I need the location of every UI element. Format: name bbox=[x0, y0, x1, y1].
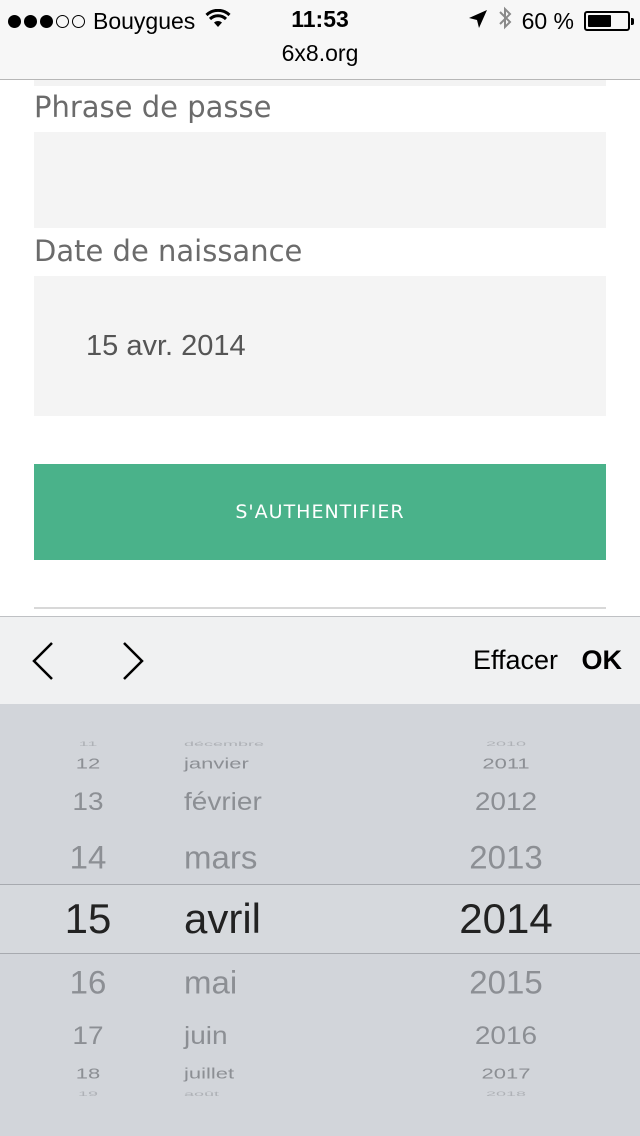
passphrase-input[interactable] bbox=[34, 132, 606, 228]
picker-month-item[interactable]: août bbox=[184, 1091, 219, 1097]
picker-day-item[interactable]: 15 bbox=[0, 898, 188, 940]
status-bar: Bouygues 11:53 6x8.org 60 % bbox=[0, 0, 640, 80]
picker-day-item[interactable]: 18 bbox=[0, 1067, 188, 1081]
picker-month-item[interactable]: mai bbox=[184, 966, 237, 998]
picker-month-item[interactable]: avril bbox=[184, 898, 261, 940]
previous-field-edge bbox=[34, 80, 606, 86]
status-right: 60 % bbox=[468, 6, 634, 36]
picker-month-item[interactable]: mars bbox=[184, 841, 257, 873]
picker-day-item[interactable]: 19 bbox=[0, 1091, 188, 1097]
birthdate-value: 15 avr. 2014 bbox=[86, 330, 246, 362]
picker-year-item[interactable]: 2013 bbox=[406, 841, 606, 873]
ok-button[interactable]: OK bbox=[582, 645, 623, 676]
battery-percent: 60 % bbox=[521, 7, 574, 34]
picker-month-item[interactable]: juin bbox=[184, 1023, 228, 1049]
picker-day-item[interactable]: 17 bbox=[0, 1023, 188, 1049]
picker-day-item[interactable]: 16 bbox=[0, 966, 188, 998]
battery-fill bbox=[588, 15, 611, 27]
picker-day-item[interactable]: 13 bbox=[0, 789, 188, 815]
divider bbox=[34, 607, 606, 609]
picker-year-item[interactable]: 2016 bbox=[406, 1023, 606, 1049]
picker-month-item[interactable]: décembre bbox=[184, 741, 264, 747]
birthdate-label: Date de naissance bbox=[34, 234, 303, 268]
birthdate-input[interactable]: 15 avr. 2014 bbox=[34, 276, 606, 416]
chevron-right-icon[interactable] bbox=[112, 639, 152, 683]
battery-icon bbox=[584, 11, 634, 31]
date-picker-wheel[interactable]: 11 12 13 14 15 16 17 18 19 décembre janvier février… bbox=[0, 704, 640, 1136]
bluetooth-icon bbox=[498, 6, 512, 36]
picker-toolbar: Effacer OK bbox=[0, 616, 640, 704]
picker-month-item[interactable]: juillet bbox=[184, 1067, 234, 1081]
picker-year-item[interactable]: 2012 bbox=[406, 789, 606, 815]
picker-month-item[interactable]: janvier bbox=[184, 757, 249, 771]
chevron-left-icon[interactable] bbox=[24, 639, 64, 683]
picker-year-item[interactable]: 2010 bbox=[406, 741, 606, 747]
picker-year-item[interactable]: 2014 bbox=[406, 898, 606, 940]
picker-year-item[interactable]: 2018 bbox=[406, 1091, 606, 1097]
picker-day-item[interactable]: 12 bbox=[0, 757, 188, 771]
passphrase-label: Phrase de passe bbox=[34, 90, 272, 124]
location-arrow-icon bbox=[468, 8, 488, 35]
page-url[interactable]: 6x8.org bbox=[0, 40, 640, 67]
clear-button[interactable]: Effacer bbox=[473, 645, 558, 676]
authenticate-button[interactable]: S'AUTHENTIFIER bbox=[34, 464, 606, 560]
picker-day-item[interactable]: 14 bbox=[0, 841, 188, 873]
picker-month-item[interactable]: février bbox=[184, 789, 262, 815]
picker-day-item[interactable]: 11 bbox=[0, 741, 188, 747]
picker-year-item[interactable]: 2011 bbox=[406, 757, 606, 771]
picker-year-item[interactable]: 2015 bbox=[406, 966, 606, 998]
picker-year-item[interactable]: 2017 bbox=[406, 1067, 606, 1081]
